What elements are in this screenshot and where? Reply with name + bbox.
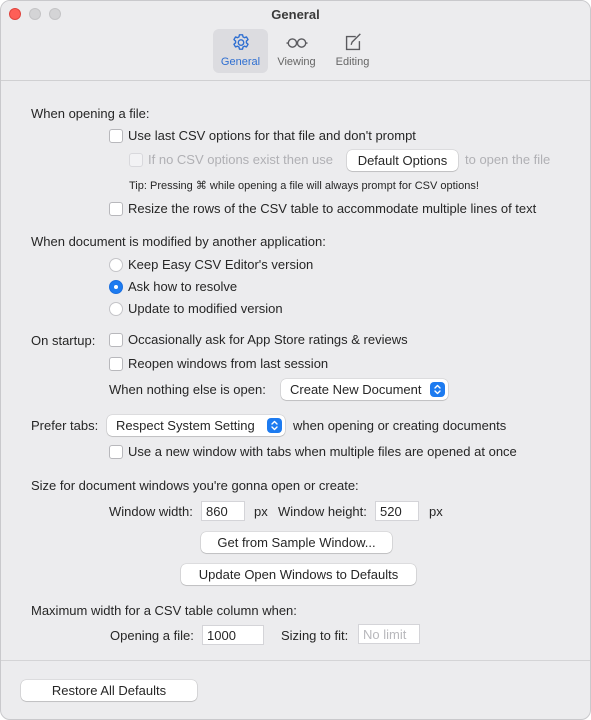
use-last-csv-label: Use last CSV options for that file and d…	[128, 128, 416, 143]
new-window-tabs-label: Use a new window with tabs when multiple…	[128, 444, 517, 459]
glasses-icon	[285, 38, 308, 48]
window-width-input[interactable]	[201, 501, 245, 521]
nothing-open-label: When nothing else is open:	[109, 382, 266, 397]
ask-ratings-label: Occasionally ask for App Store ratings &…	[128, 332, 408, 347]
new-window-tabs-checkbox[interactable]	[109, 445, 123, 459]
prefer-tabs-suffix: when opening or creating documents	[293, 418, 507, 433]
window-title: General	[271, 7, 320, 22]
edit-icon	[345, 33, 361, 51]
update-modified-label: Update to modified version	[128, 301, 283, 316]
opening-file-width-input[interactable]	[202, 625, 264, 645]
gear-icon	[232, 34, 249, 50]
tab-general[interactable]: General	[213, 29, 268, 73]
titlebar: General General Viewing Editing	[1, 1, 590, 81]
startup-label: On startup:	[31, 333, 96, 348]
tab-viewing-label: Viewing	[277, 56, 316, 68]
opening-heading: When opening a file:	[31, 106, 150, 121]
ask-resolve-label: Ask how to resolve	[128, 279, 238, 294]
sizing-fit-input[interactable]	[358, 624, 420, 644]
tab-viewing[interactable]: Viewing	[268, 29, 325, 73]
if-no-csv-suffix: to open the file	[465, 152, 551, 167]
resize-rows-label: Resize the rows of the CSV table to acco…	[128, 201, 537, 216]
window-width-label: Window width:	[109, 504, 193, 519]
prefer-tabs-popup[interactable]: Respect System Setting	[107, 415, 285, 436]
reopen-windows-label: Reopen windows from last session	[128, 356, 329, 371]
height-unit: px	[429, 504, 443, 519]
size-heading: Size for document windows you're gonna o…	[31, 478, 359, 493]
resize-rows-checkbox[interactable]	[109, 202, 123, 216]
keep-version-radio[interactable]	[109, 258, 123, 272]
ask-resolve-radio[interactable]	[109, 280, 123, 294]
toolbar-tabs: General Viewing Editing	[213, 29, 380, 73]
tab-editing[interactable]: Editing	[325, 29, 380, 73]
if-no-csv-checkbox[interactable]	[129, 153, 143, 167]
modified-heading: When document is modified by another app…	[31, 234, 326, 249]
tip-text: Tip: Pressing ⌘ while opening a file wil…	[129, 180, 479, 192]
preferences-window: General General Viewing Editing When ope…	[0, 0, 591, 720]
update-modified-radio[interactable]	[109, 302, 123, 316]
popup-stepper-icon	[267, 418, 282, 433]
use-last-csv-checkbox[interactable]	[109, 129, 123, 143]
tab-general-label: General	[220, 56, 261, 68]
nothing-open-value: Create New Document	[290, 382, 422, 397]
window-height-input[interactable]	[375, 501, 419, 521]
maxwidth-heading: Maximum width for a CSV table column whe…	[31, 603, 297, 618]
restore-all-defaults-button[interactable]: Restore All Defaults	[21, 680, 197, 701]
reopen-windows-checkbox[interactable]	[109, 357, 123, 371]
footer-divider	[1, 660, 590, 661]
width-unit: px	[254, 504, 268, 519]
ask-ratings-checkbox[interactable]	[109, 333, 123, 347]
window-height-label: Window height:	[278, 504, 367, 519]
prefer-tabs-value: Respect System Setting	[116, 418, 255, 433]
nothing-open-popup[interactable]: Create New Document	[281, 379, 448, 400]
update-open-windows-button[interactable]: Update Open Windows to Defaults	[181, 564, 416, 585]
if-no-csv-label: If no CSV options exist then use	[148, 152, 333, 167]
tab-editing-label: Editing	[335, 56, 370, 68]
popup-stepper-icon	[430, 382, 445, 397]
keep-version-label: Keep Easy CSV Editor's version	[128, 257, 314, 272]
default-options-button[interactable]: Default Options	[347, 150, 458, 171]
sizing-fit-label: Sizing to fit:	[281, 628, 349, 643]
opening-file-label: Opening a file:	[110, 628, 194, 643]
prefer-tabs-label: Prefer tabs:	[31, 418, 99, 433]
get-from-sample-button[interactable]: Get from Sample Window...	[201, 532, 392, 553]
